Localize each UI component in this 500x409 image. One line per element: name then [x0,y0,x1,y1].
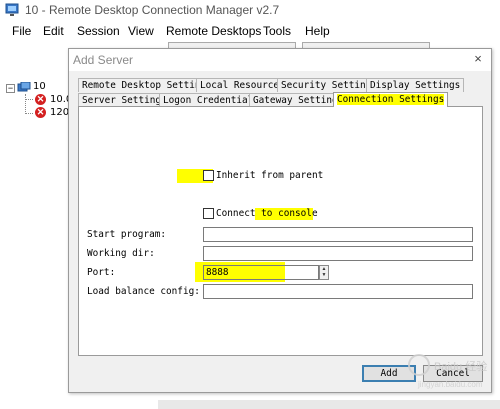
close-icon[interactable]: × [471,52,485,66]
menu-help[interactable]: Help [305,24,330,38]
dialog-titlebar: Add Server × [69,49,491,71]
spin-down-icon[interactable]: ▼ [320,272,328,278]
menu-session[interactable]: Session [77,24,120,38]
start-program-label: Start program: [87,229,167,240]
menu-edit[interactable]: Edit [43,24,64,38]
menu-remote-desktops[interactable]: Remote Desktops [166,24,261,38]
menu-view[interactable]: View [128,24,154,38]
connection-settings-panel: Inherit from parent Connect to console S… [78,106,483,356]
inherit-from-parent-checkbox[interactable] [203,170,214,181]
working-dir-input[interactable] [203,246,473,261]
load-balance-config-label: Load balance config: [87,286,200,297]
server-error-icon: ✕ [35,107,46,118]
tab-server-settings[interactable]: Server Settings [78,93,171,107]
baidu-jingyan-watermark: Baidu 经验 jingyan.baidu.com [408,352,488,398]
add-server-dialog: Add Server × Remote Desktop Settings Loc… [68,48,492,393]
rdcman-app-icon [5,3,19,16]
menu-tools[interactable]: Tools [263,24,291,38]
port-label: Port: [87,267,116,278]
tab-logon-credentials[interactable]: Logon Credentials [159,93,263,107]
watermark-text: Baidu 经验 [434,361,488,373]
connect-to-console-checkbox[interactable] [203,208,214,219]
tab-display-settings[interactable]: Display Settings [366,78,465,92]
port-input[interactable]: 8888 [203,265,319,280]
tree-group-label[interactable]: 10 [33,81,46,94]
baidu-paw-icon [408,354,430,376]
watermark-url: jingyan.baidu.com [418,380,483,389]
load-balance-config-input[interactable] [203,284,473,299]
dialog-title: Add Server [73,53,134,67]
server-tree: − 10 ✕ 10.0 ✕ 120. [0,40,72,409]
tab-local-resources[interactable]: Local Resources [196,78,289,92]
menu-bar: File Edit Session View Remote Desktops T… [0,21,500,41]
app-title: 10 - Remote Desktop Connection Manager v… [25,3,280,17]
tree-collapse-icon[interactable]: − [6,84,15,93]
port-stepper[interactable]: ▲ ▼ [319,265,329,280]
working-dir-label: Working dir: [87,248,155,259]
tree-connector [25,94,26,114]
tree-connector [25,113,33,114]
tab-connection-settings-label: Connection Settings [337,94,445,105]
connect-to-console-label: Connect to console [216,208,318,219]
app-titlebar: 10 - Remote Desktop Connection Manager v… [0,0,500,20]
server-error-icon: ✕ [35,94,46,105]
tab-connection-settings[interactable]: Connection Settings [333,92,449,107]
start-program-input[interactable] [203,227,473,242]
inherit-from-parent-label: Inherit from parent [216,170,324,181]
tree-connector [25,99,33,100]
server-group-icon [17,82,31,92]
main-content-area [158,400,500,409]
menu-file[interactable]: File [12,24,31,38]
